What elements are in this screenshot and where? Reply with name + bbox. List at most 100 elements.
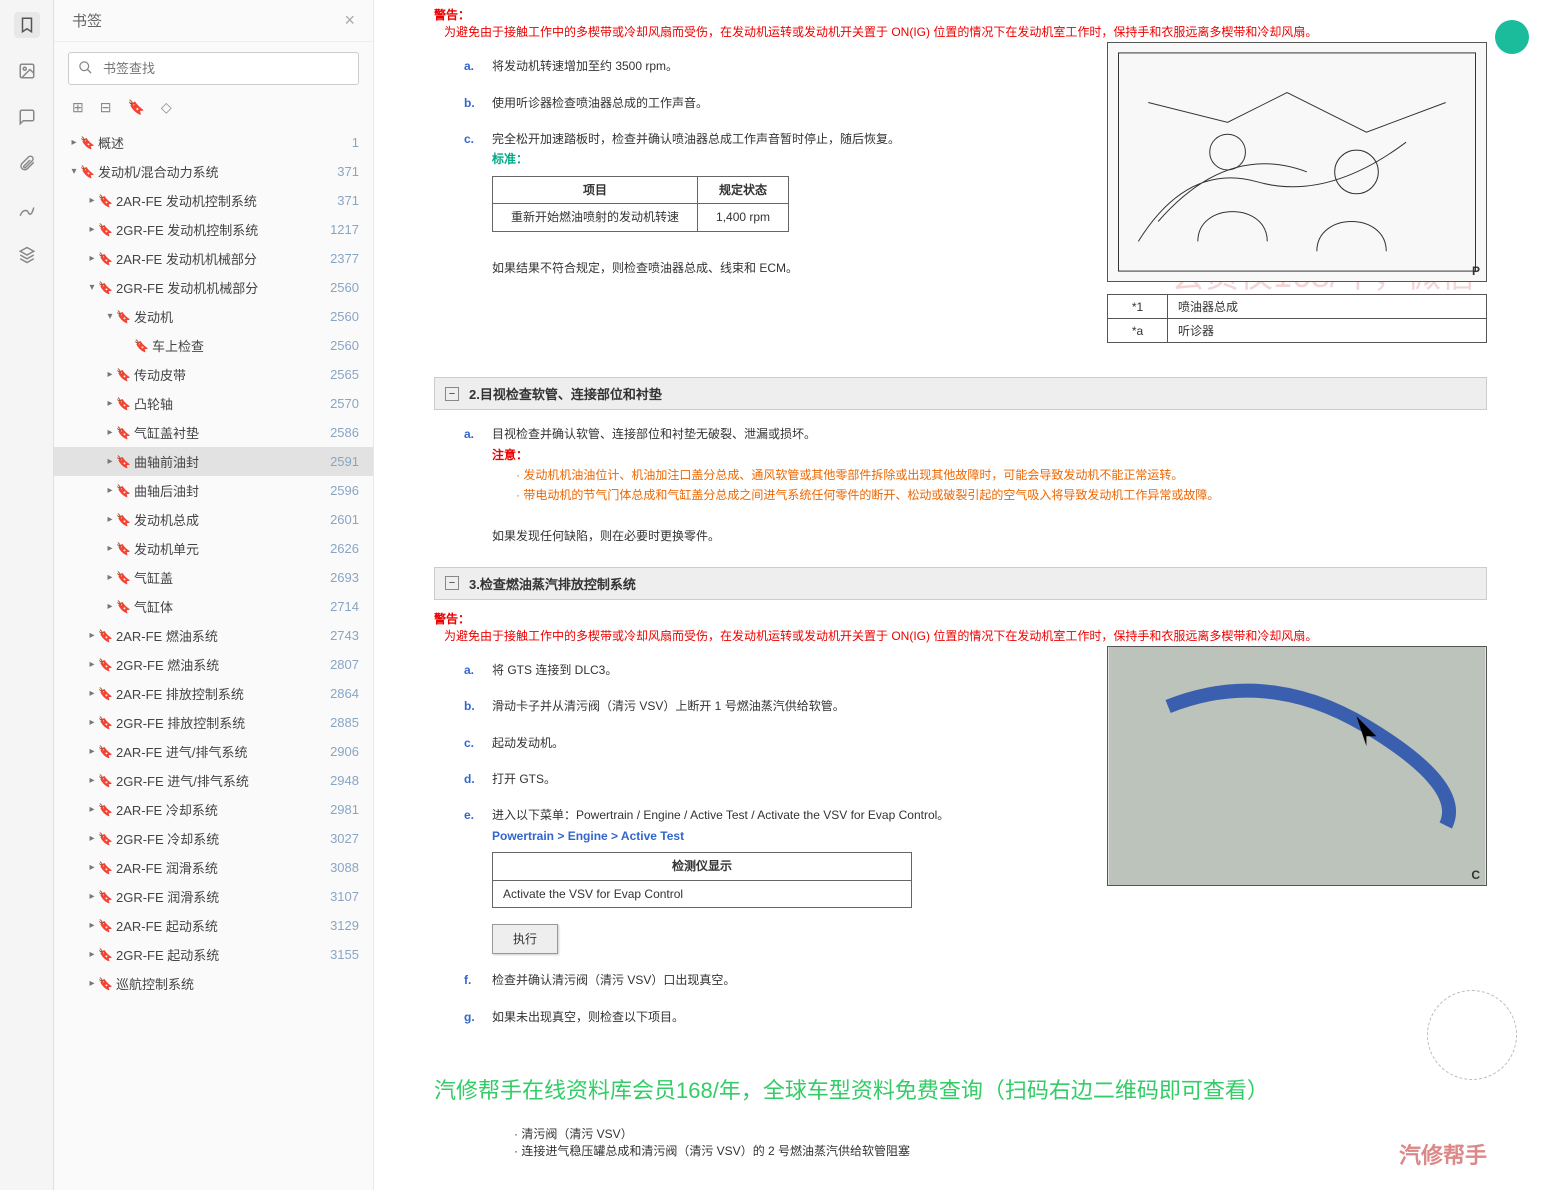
bookmark-item[interactable]: ▾🔖发动机2560 [54, 302, 373, 331]
image-icon[interactable] [14, 58, 40, 84]
bookmark-item[interactable]: ▸🔖2GR-FE 起动系统3155 [54, 940, 373, 969]
attachment-icon[interactable] [14, 150, 40, 176]
chevron-icon[interactable]: ▸ [86, 949, 98, 960]
bookmark-label: 2GR-FE 发动机控制系统 [116, 220, 324, 239]
chevron-icon[interactable]: ▸ [86, 224, 98, 235]
chevron-icon[interactable]: ▸ [104, 369, 116, 380]
comment-icon[interactable] [14, 104, 40, 130]
bookmark-label: 2AR-FE 起动系统 [116, 916, 324, 935]
bookmark-item[interactable]: ▸🔖巡航控制系统 [54, 969, 373, 998]
chevron-icon[interactable]: ▸ [86, 746, 98, 757]
chevron-icon[interactable]: ▸ [104, 427, 116, 438]
chevron-icon[interactable]: ▸ [86, 862, 98, 873]
page-number: 3155 [324, 947, 359, 962]
expand-all-icon[interactable]: ⊞ [72, 99, 84, 116]
bookmark-item[interactable]: ▸🔖2GR-FE 润滑系统3107 [54, 882, 373, 911]
bookmark-glyph-icon: 🔖 [98, 252, 112, 266]
bookmark-item[interactable]: 🔖车上检查2560 [54, 331, 373, 360]
bookmark-item[interactable]: ▸🔖概述1 [54, 128, 373, 157]
chevron-icon[interactable]: ▸ [104, 485, 116, 496]
bookmark-item[interactable]: ▸🔖发动机单元2626 [54, 534, 373, 563]
bookmark-glyph-icon: 🔖 [98, 861, 112, 875]
bookmark-icon[interactable] [14, 12, 40, 38]
bookmark-item[interactable]: ▸🔖凸轮轴2570 [54, 389, 373, 418]
bookmark-item[interactable]: ▸🔖气缸体2714 [54, 592, 373, 621]
chevron-icon[interactable]: ▸ [104, 398, 116, 409]
chevron-icon[interactable]: ▸ [104, 572, 116, 583]
bookmark-tool-icon[interactable]: 🔖 [127, 99, 144, 116]
bookmark-item[interactable]: ▸🔖2AR-FE 进气/排气系统2906 [54, 737, 373, 766]
bookmark-item[interactable]: ▸🔖2AR-FE 发动机控制系统371 [54, 186, 373, 215]
chevron-icon[interactable]: ▸ [86, 891, 98, 902]
section-header-2[interactable]: − 2.目视检查软管、连接部位和衬垫 [434, 377, 1487, 410]
bookmark-label: 发动机总成 [134, 510, 324, 529]
chevron-icon[interactable]: ▸ [86, 195, 98, 206]
chevron-icon[interactable]: ▾ [68, 166, 80, 177]
bookmark-item[interactable]: ▸🔖气缸盖衬垫2586 [54, 418, 373, 447]
signature-icon[interactable] [14, 196, 40, 222]
bookmark-item[interactable]: ▸🔖2GR-FE 进气/排气系统2948 [54, 766, 373, 795]
warning-label: 警告： [434, 610, 1487, 627]
close-icon[interactable]: × [344, 10, 355, 31]
collapse-icon[interactable]: − [445, 576, 459, 590]
chevron-icon[interactable]: ▸ [104, 601, 116, 612]
execute-button[interactable]: 执行 [492, 924, 558, 954]
chevron-icon[interactable]: ▸ [104, 456, 116, 467]
chevron-icon[interactable]: ▸ [68, 137, 80, 148]
collapse-icon[interactable]: − [445, 387, 459, 401]
chevron-icon[interactable]: ▸ [104, 543, 116, 554]
bookmark-label: 2AR-FE 排放控制系统 [116, 684, 324, 703]
bookmark-item[interactable]: ▾🔖2GR-FE 发动机机械部分2560 [54, 273, 373, 302]
bookmark-item[interactable]: ▸🔖传动皮带2565 [54, 360, 373, 389]
bookmark-item[interactable]: ▸🔖2AR-FE 发动机机械部分2377 [54, 244, 373, 273]
bookmark-item[interactable]: ▸🔖2AR-FE 排放控制系统2864 [54, 679, 373, 708]
bookmark-label: 2GR-FE 起动系统 [116, 945, 324, 964]
bookmark-item[interactable]: ▸🔖2GR-FE 冷却系统3027 [54, 824, 373, 853]
collapse-all-icon[interactable]: ⊟ [100, 99, 112, 116]
chevron-icon[interactable]: ▸ [86, 978, 98, 989]
bookmark-label: 气缸体 [134, 597, 324, 616]
chevron-icon[interactable]: ▸ [86, 804, 98, 815]
bookmark-label: 气缸盖衬垫 [134, 423, 324, 442]
chevron-icon[interactable]: ▸ [86, 920, 98, 931]
document-view[interactable]: 汽修帮手在线资料库会员仅168/年，微信 警告： 为避免由于接触工作中的多楔带或… [374, 0, 1547, 1190]
bookmark-item[interactable]: ▸🔖2GR-FE 燃油系统2807 [54, 650, 373, 679]
warning-label: 警告： [434, 6, 1487, 23]
bookmark-item[interactable]: ▸🔖曲轴前油封2591 [54, 447, 373, 476]
page-number: 371 [331, 193, 359, 208]
bookmark-glyph-icon: 🔖 [98, 977, 112, 991]
chevron-icon[interactable]: ▸ [104, 514, 116, 525]
bookmark-item[interactable]: ▸🔖2AR-FE 起动系统3129 [54, 911, 373, 940]
chevron-icon[interactable]: ▸ [86, 775, 98, 786]
chevron-icon[interactable]: ▾ [104, 311, 116, 322]
bookmark-outline-icon[interactable]: ◇ [161, 99, 172, 116]
bookmark-label: 发动机单元 [134, 539, 324, 558]
bookmark-glyph-icon: 🔖 [116, 571, 130, 585]
bookmark-item[interactable]: ▸🔖2GR-FE 发动机控制系统1217 [54, 215, 373, 244]
search-input[interactable] [68, 52, 359, 85]
bookmark-item[interactable]: ▸🔖2AR-FE 冷却系统2981 [54, 795, 373, 824]
bookmark-item[interactable]: ▸🔖2AR-FE 燃油系统2743 [54, 621, 373, 650]
bookmark-item[interactable]: ▸🔖曲轴后油封2596 [54, 476, 373, 505]
bookmark-item[interactable]: ▸🔖2GR-FE 排放控制系统2885 [54, 708, 373, 737]
chevron-icon[interactable]: ▾ [86, 282, 98, 293]
bookmark-item[interactable]: ▸🔖发动机总成2601 [54, 505, 373, 534]
page-number: 2743 [324, 628, 359, 643]
layers-icon[interactable] [14, 242, 40, 268]
page-number: 2948 [324, 773, 359, 788]
bookmark-glyph-icon: 🔖 [98, 803, 112, 817]
bookmark-item[interactable]: ▾🔖发动机/混合动力系统371 [54, 157, 373, 186]
page-number: 2591 [324, 454, 359, 469]
chevron-icon[interactable]: ▸ [86, 630, 98, 641]
chevron-icon[interactable]: ▸ [86, 688, 98, 699]
chevron-icon[interactable]: ▸ [86, 833, 98, 844]
bookmark-label: 传动皮带 [134, 365, 324, 384]
bookmark-item[interactable]: ▸🔖2AR-FE 润滑系统3088 [54, 853, 373, 882]
app-badge-icon[interactable] [1495, 20, 1529, 54]
chevron-icon[interactable]: ▸ [86, 253, 98, 264]
bookmark-item[interactable]: ▸🔖气缸盖2693 [54, 563, 373, 592]
section-header-3[interactable]: − 3.检查燃油蒸汽排放控制系统 [434, 567, 1487, 600]
qr-code [1427, 990, 1517, 1080]
chevron-icon[interactable]: ▸ [86, 717, 98, 728]
chevron-icon[interactable]: ▸ [86, 659, 98, 670]
